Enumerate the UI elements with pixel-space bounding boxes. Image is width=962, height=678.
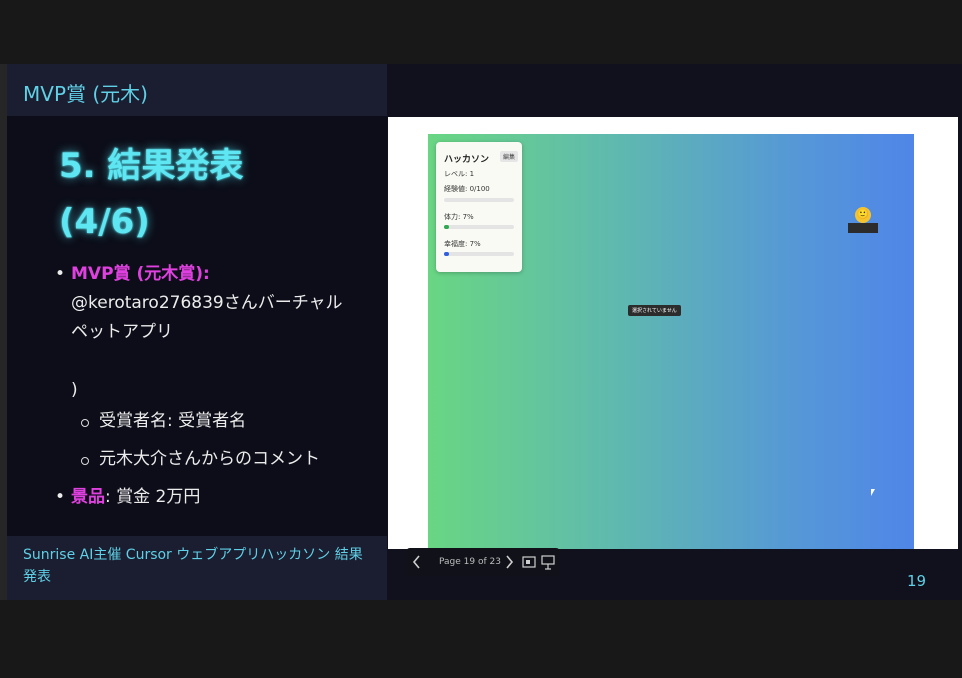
mvp-text-line2: ペットアプリ [71, 322, 173, 342]
happiness-bar-fill [444, 252, 449, 256]
bullet-prize: 景品: 賞金 2万円 [55, 483, 375, 512]
slide-footer-bar: Sunrise AI主催 Cursor ウェブアプリハッカソン 結果発表 [7, 536, 387, 600]
slide-header-title: MVP賞 (元木) [23, 82, 148, 106]
stamina-bar [444, 225, 514, 229]
slide-left-panel: MVP賞 (元木) 5. 結果発表 (4/6) MVP賞 (元木賞): @ker… [7, 64, 387, 600]
slide-page-number: 19 [907, 572, 927, 590]
experience-bar [444, 198, 514, 202]
mvp-label: MVP賞 (元木賞): [71, 264, 210, 284]
bullet-list: MVP賞 (元木賞): @kerotaro276839さんバーチャル ペットアプ… [55, 260, 375, 512]
selection-tooltip: 選択されていません [628, 305, 681, 316]
sub-item-recipient: 受賞者名: 受賞者名 [55, 407, 375, 436]
pet-status-card: ハッカソン 編集 レベル: 1 経験値: 0/100 体力: 7% 幸福度: 7… [436, 142, 522, 272]
app-gradient-background: ハッカソン 編集 レベル: 1 経験値: 0/100 体力: 7% 幸福度: 7… [428, 134, 914, 549]
pdf-viewer-toolbar: Page 19 of 23 [406, 548, 560, 576]
video-bottom-band [0, 600, 962, 678]
slide-footer-text: Sunrise AI主催 Cursor ウェブアプリハッカソン 結果発表 [23, 547, 363, 585]
stamina-bar-fill [444, 225, 449, 229]
page-indicator: Page 19 of 23 [439, 557, 501, 567]
pet-face-icon[interactable]: 🙂 [855, 207, 871, 223]
video-left-edge [0, 64, 7, 600]
edit-button[interactable]: 編集 [500, 151, 519, 162]
chevron-left-icon[interactable] [412, 550, 426, 574]
mvp-text-line3: ) [71, 380, 78, 400]
slide-title-bar: MVP賞 (元木) [7, 64, 387, 116]
presentation-slide: MVP賞 (元木) 5. 結果発表 (4/6) MVP賞 (元木賞): @ker… [7, 64, 962, 600]
prize-text: : 賞金 2万円 [105, 487, 201, 507]
heading-line2: (4/6) [59, 202, 150, 242]
mvp-text-line1: @kerotaro276839さんバーチャル [71, 293, 343, 313]
prize-label: 景品 [71, 487, 105, 507]
chevron-right-icon[interactable] [504, 550, 516, 574]
mouse-cursor-icon [871, 489, 875, 496]
video-top-band [0, 0, 962, 64]
sub-item-comment: 元木大介さんからのコメント [55, 445, 375, 474]
pet-label-tag [848, 223, 878, 233]
presentation-icon[interactable] [540, 550, 556, 574]
happiness-bar [444, 252, 514, 256]
happiness-label: 幸福度: 7% [444, 240, 481, 248]
pet-name: ハッカソン [444, 155, 490, 165]
stamina-label: 体力: 7% [444, 213, 474, 221]
fit-page-icon[interactable] [521, 550, 537, 574]
app-screenshot: ハッカソン 編集 レベル: 1 経験値: 0/100 体力: 7% 幸福度: 7… [388, 117, 958, 549]
experience-label: 経験値: 0/100 [444, 185, 490, 193]
bullet-mvp: MVP賞 (元木賞): @kerotaro276839さんバーチャル ペットアプ… [55, 260, 375, 405]
slide-heading: 5. 結果発表 (4/6) [59, 140, 243, 248]
heading-line1: 5. 結果発表 [59, 146, 244, 186]
level-label: レベル: 1 [444, 170, 475, 178]
